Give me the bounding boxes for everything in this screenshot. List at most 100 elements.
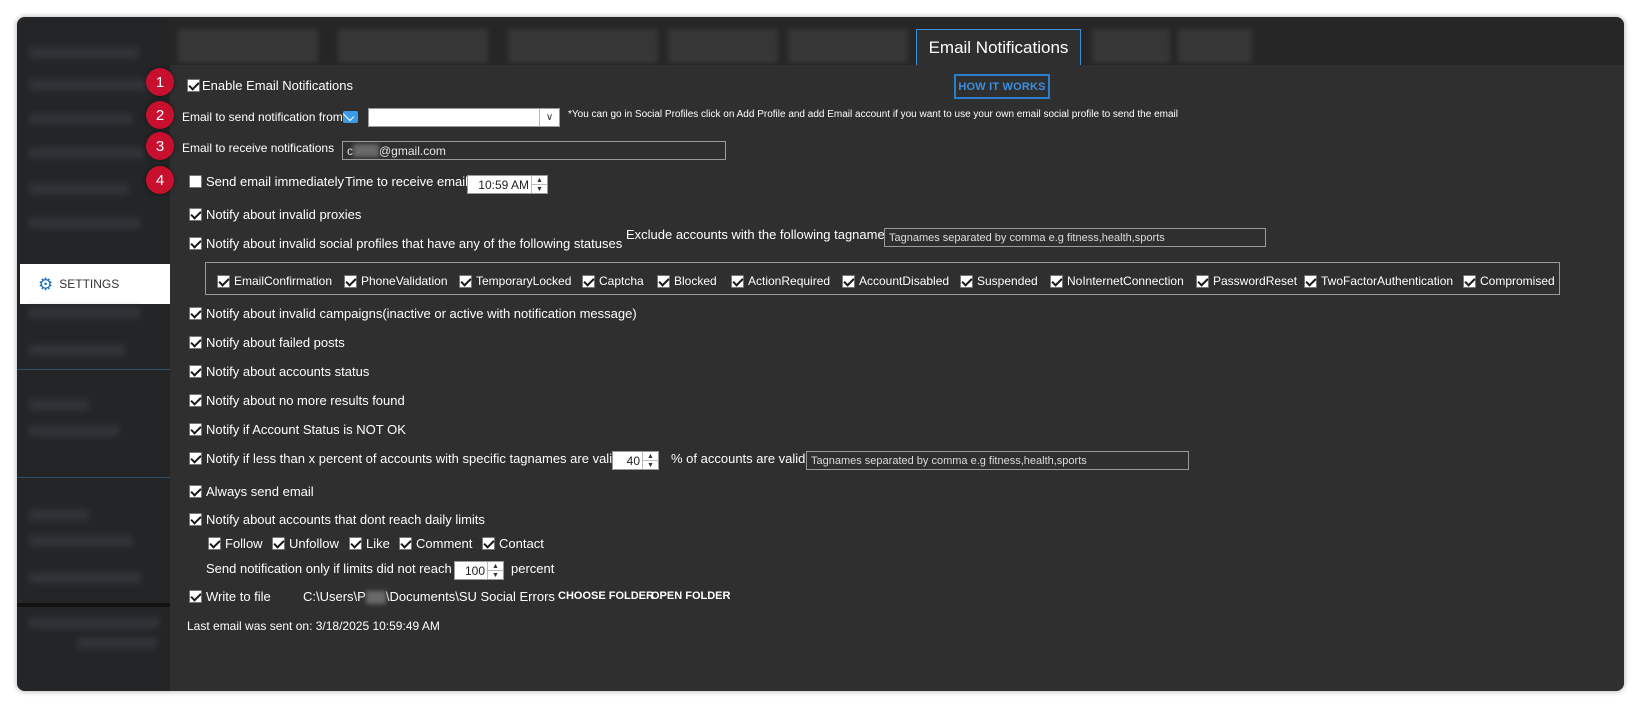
spin-down-icon[interactable]: ▼ [643, 460, 658, 469]
option-checkbox[interactable] [189, 365, 202, 378]
enable-email-label: Enable Email Notifications [202, 78, 354, 93]
spin-up-icon[interactable]: ▲ [643, 452, 658, 460]
status-checkbox[interactable] [1050, 275, 1063, 288]
percent-tags-input[interactable]: Tagnames separated by comma e.g fitness,… [806, 451, 1189, 470]
status-label: Suspended [977, 274, 1038, 288]
option-checkbox[interactable] [189, 394, 202, 407]
blurred-nav-item[interactable] [29, 535, 133, 547]
limits-stepper[interactable]: 100 ▲ ▼ [454, 561, 504, 580]
time-picker[interactable]: 10:59 AM ▲ ▼ [467, 175, 548, 194]
redaction-mask [365, 591, 386, 605]
time-value: 10:59 AM [478, 177, 529, 192]
spin-down-icon[interactable]: ▼ [488, 570, 503, 579]
email-from-select[interactable]: ∨ [368, 108, 560, 127]
send-immediately-checkbox[interactable] [189, 175, 202, 188]
status-checkbox[interactable] [1304, 275, 1317, 288]
statuses-group: EmailConfirmation PhoneValidation Tempor… [205, 262, 1560, 295]
option-checkbox[interactable] [189, 307, 202, 320]
status-checkbox[interactable] [960, 275, 973, 288]
file-path-prefix: C:\Users\P [303, 589, 366, 604]
blurred-nav-item[interactable] [29, 509, 89, 521]
option-label: Notify about invalid campaigns(inactive … [206, 306, 637, 321]
open-folder-button[interactable]: OPEN FOLDER [651, 590, 730, 602]
divider [17, 477, 170, 478]
limit-action-checkbox[interactable] [272, 537, 285, 550]
spin-up-icon[interactable]: ▲ [532, 176, 547, 184]
blurred-nav-item[interactable] [29, 344, 125, 356]
option-checkbox[interactable] [189, 423, 202, 436]
write-to-file-checkbox[interactable] [189, 590, 202, 603]
write-to-file-label: Write to file [206, 589, 271, 604]
status-checkbox[interactable] [217, 275, 230, 288]
email-from-note: *You can go in Social Profiles click on … [568, 109, 1178, 120]
status-label: PhoneValidation [361, 274, 448, 288]
option-checkbox[interactable] [189, 336, 202, 349]
percent-suffix: % of accounts are valid [671, 451, 806, 466]
percent-valid-checkbox[interactable] [189, 452, 202, 465]
divider [17, 603, 170, 607]
invalid-profiles-checkbox[interactable] [189, 237, 202, 250]
status-label: Compromised [1480, 274, 1555, 288]
limit-action-checkbox[interactable] [482, 537, 495, 550]
tab-blurred[interactable] [338, 29, 488, 63]
status-checkbox[interactable] [657, 275, 670, 288]
choose-folder-button[interactable]: CHOOSE FOLDER [558, 590, 654, 602]
status-checkbox[interactable] [344, 275, 357, 288]
limit-action-checkbox[interactable] [208, 537, 221, 550]
blurred-nav-item[interactable] [29, 113, 133, 125]
tab-blurred[interactable] [668, 29, 778, 63]
spin-up-icon[interactable]: ▲ [488, 562, 503, 570]
percent-value: 40 [626, 453, 640, 468]
chevron-down-icon[interactable]: ∨ [539, 109, 559, 126]
tab-blurred[interactable] [1178, 29, 1252, 63]
sidebar-item-label: SETTINGS [59, 277, 120, 291]
status-checkbox[interactable] [582, 275, 595, 288]
always-send-checkbox[interactable] [189, 485, 202, 498]
blurred-nav-item[interactable] [29, 217, 141, 229]
blurred-nav-item[interactable] [29, 79, 149, 91]
spin-down-icon[interactable]: ▼ [532, 184, 547, 193]
blurred-nav-item[interactable] [29, 399, 89, 411]
blurred-nav-item[interactable] [29, 307, 141, 319]
tab-blurred[interactable] [508, 29, 658, 63]
tab-email-notifications[interactable]: Email Notifications [916, 29, 1081, 65]
limit-action-label: Contact [499, 536, 544, 551]
blurred-nav-item[interactable] [29, 183, 129, 195]
invalid-proxies-checkbox[interactable] [189, 208, 202, 221]
status-label: Captcha [599, 274, 644, 288]
option-label: Notify about no more results found [206, 393, 405, 408]
limit-action-checkbox[interactable] [349, 537, 362, 550]
limit-action-checkbox[interactable] [399, 537, 412, 550]
limit-action-label: Like [366, 536, 390, 551]
blurred-footer [77, 637, 157, 649]
daily-limits-checkbox[interactable] [189, 513, 202, 526]
sidebar-item-settings[interactable]: ⚙ SETTINGS [20, 264, 170, 304]
status-label: PasswordReset [1213, 274, 1298, 288]
limits-value: 100 [464, 563, 485, 578]
status-label: ActionRequired [748, 274, 831, 288]
last-email-status: Last email was sent on: 3/18/2025 10:59:… [187, 619, 440, 633]
limit-action-label: Unfollow [289, 536, 339, 551]
status-checkbox[interactable] [731, 275, 744, 288]
blurred-nav-item[interactable] [29, 147, 144, 159]
status-checkbox[interactable] [842, 275, 855, 288]
percent-stepper[interactable]: 40 ▲ ▼ [612, 451, 659, 470]
percent-valid-label: Notify if less than x percent of account… [206, 451, 620, 466]
option-label: Notify about failed posts [206, 335, 345, 350]
enable-email-checkbox[interactable] [187, 79, 200, 92]
status-checkbox[interactable] [1463, 275, 1476, 288]
blurred-nav-item[interactable] [29, 425, 119, 437]
tab-blurred[interactable] [788, 29, 908, 63]
limit-action-label: Comment [416, 536, 473, 551]
tab-blurred[interactable] [1092, 29, 1170, 63]
blurred-nav-item[interactable] [29, 47, 139, 59]
status-label: TwoFactorAuthentication [1321, 274, 1454, 288]
blurred-nav-item[interactable] [29, 572, 141, 584]
status-checkbox[interactable] [459, 275, 472, 288]
email-to-input[interactable]: c @gmail.com [342, 141, 726, 160]
status-checkbox[interactable] [1196, 275, 1209, 288]
status-label: EmailConfirmation [234, 274, 333, 288]
how-it-works-button[interactable]: HOW IT WORKS [954, 74, 1050, 99]
exclude-tags-input[interactable]: Tagnames separated by comma e.g fitness,… [884, 228, 1266, 247]
tab-blurred[interactable] [178, 29, 318, 63]
